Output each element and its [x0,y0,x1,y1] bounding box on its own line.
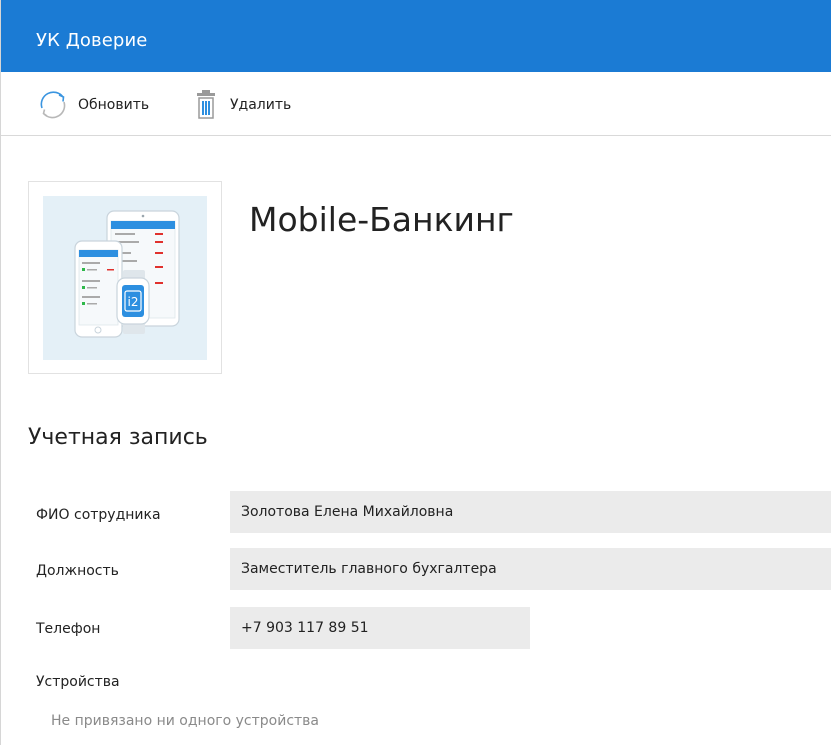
devices-empty-message: Не привязано ни одного устройства [51,713,320,729]
position-label: Должность [36,563,119,579]
devices-label: Устройства [36,674,120,690]
position-field[interactable]: Заместитель главного бухгалтера [230,548,831,590]
refresh-icon [40,91,66,119]
mobile-banking-logo: i2 [74,210,180,338]
phone-field[interactable]: +7 903 117 89 51 [230,607,530,649]
employee-name-label: ФИО сотрудника [36,507,161,523]
logo-badge-text: i2 [128,295,139,309]
trash-icon [197,90,215,119]
employee-name-field[interactable]: Золотова Елена Михайловна [230,491,831,533]
app-window: УК Доверие Обновить Удалить i2 Mobile-Ба… [0,0,831,745]
delete-button-label: Удалить [230,97,292,113]
app-title: Mobile-Банкинг [249,200,514,239]
refresh-button[interactable]: Обновить [36,89,149,121]
window-title: УК Доверие [36,30,148,51]
app-logo-background: i2 [43,196,207,360]
delete-button[interactable]: Удалить [195,89,291,121]
account-section-heading: Учетная запись [28,425,208,450]
title-bar: УК Доверие [1,0,831,72]
refresh-button-label: Обновить [78,97,150,113]
phone-label: Телефон [36,621,101,637]
app-logo-tile: i2 [28,181,222,374]
toolbar: Обновить Удалить [1,72,831,136]
